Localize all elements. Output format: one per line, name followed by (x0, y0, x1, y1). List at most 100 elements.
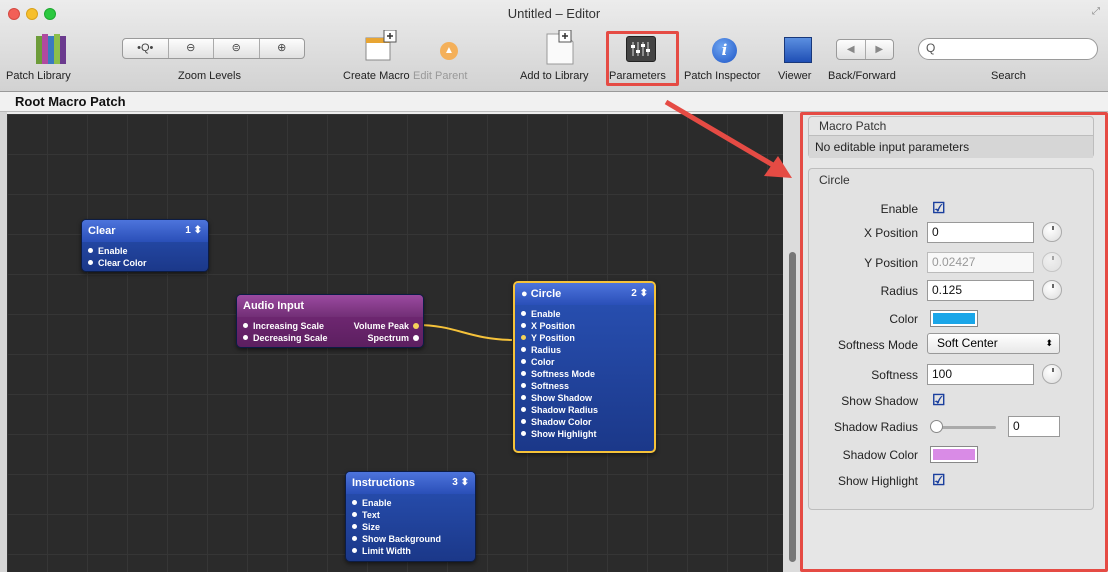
search-field[interactable]: Q (918, 38, 1098, 60)
window-title: Untitled – Editor (507, 6, 601, 21)
port-clear-color[interactable]: Clear Color (88, 257, 208, 269)
macro-patch-message: No editable input parameters (815, 140, 970, 154)
circle-section-header: Circle (819, 173, 850, 187)
radius-label: Radius (880, 284, 918, 298)
port-show-shadow[interactable]: Show Shadow (521, 392, 654, 404)
audio-input-node[interactable]: Audio Input Increasing Scale Decreasing … (236, 294, 424, 348)
shadow-radius-field[interactable]: 0 (1008, 416, 1060, 437)
x-position-label: X Position (863, 226, 918, 240)
softness-mode-select[interactable]: Soft Center ⬍ (927, 333, 1060, 354)
y-position-knob[interactable] (1042, 252, 1062, 272)
y-position-field[interactable]: 0.02427 (927, 252, 1034, 273)
forward-icon[interactable]: ▶ (866, 40, 894, 59)
back-icon[interactable]: ◀ (837, 40, 866, 59)
x-position-field[interactable]: 0 (927, 222, 1034, 243)
softness-mode-label: Softness Mode (837, 338, 918, 352)
create-macro-button[interactable] (360, 28, 400, 68)
port-text[interactable]: Text (352, 509, 475, 521)
circle-node[interactable]: ● Circle 2 ⬍ Enable X Position Y Position… (513, 281, 656, 453)
port-enable[interactable]: Enable (88, 245, 208, 257)
viewer-button[interactable] (784, 37, 812, 63)
info-icon: i (721, 41, 728, 59)
enable-checkbox[interactable]: ☑ (932, 201, 946, 216)
instructions-node-badge: 3 ⬍ (452, 477, 469, 488)
port-shadow-color[interactable]: Shadow Color (521, 416, 654, 428)
back-forward-label: Back/Forward (828, 70, 896, 82)
port-enable[interactable]: Enable (352, 497, 475, 509)
port-spectrum[interactable]: Spectrum (354, 332, 409, 344)
close-window-button[interactable] (8, 8, 20, 20)
port-y-position[interactable]: Y Position (521, 332, 654, 344)
port-volume-peak[interactable]: Volume Peak (354, 320, 409, 332)
shadow-color-label: Shadow Color (842, 448, 918, 462)
port-size[interactable]: Size (352, 521, 475, 533)
macro-patch-section: Macro Patch No editable input parameters (808, 116, 1094, 158)
enable-label: Enable (880, 202, 918, 216)
shadow-radius-thumb[interactable] (930, 420, 943, 433)
create-macro-label: Create Macro (343, 70, 410, 82)
patch-library-label: Patch Library (6, 70, 71, 82)
port-softness-mode[interactable]: Softness Mode (521, 368, 654, 380)
canvas-scrollbar-thumb[interactable] (789, 252, 796, 562)
color-well[interactable] (930, 310, 978, 327)
port-show-background[interactable]: Show Background (352, 533, 475, 545)
zoom-window-button[interactable] (44, 8, 56, 20)
softness-field[interactable]: 100 (927, 364, 1034, 385)
select-arrows-icon: ⬍ (1045, 338, 1053, 348)
show-shadow-checkbox[interactable]: ☑ (932, 393, 946, 408)
patch-inspector-label: Patch Inspector (684, 70, 761, 82)
sliders-icon (631, 42, 650, 56)
audio-node-title: Audio Input (237, 295, 423, 317)
minimize-window-button[interactable] (26, 8, 38, 20)
parameters-label: Parameters (609, 70, 666, 82)
zoom-out-icon[interactable]: ⊖ (169, 39, 214, 58)
toolbar: Untitled – Editor ⤢ Patch Library •Q• ⊖ … (0, 0, 1108, 92)
edit-parent-label: Edit Parent (413, 70, 468, 82)
volume-peak-port-dot[interactable] (413, 323, 419, 329)
patch-library-button[interactable]: Patch Library (6, 30, 90, 86)
port-softness[interactable]: Softness (521, 380, 654, 392)
zoom-fit-icon[interactable]: ⊜ (214, 39, 260, 58)
patch-inspector-button[interactable]: i (712, 38, 737, 63)
port-shadow-radius[interactable]: Shadow Radius (521, 404, 654, 416)
port-enable[interactable]: Enable (521, 308, 654, 320)
port-show-highlight[interactable]: Show Highlight (521, 428, 654, 440)
softness-knob[interactable] (1042, 364, 1062, 384)
shadow-radius-track (934, 426, 996, 429)
show-highlight-checkbox[interactable]: ☑ (932, 473, 946, 488)
show-highlight-label: Show Highlight (837, 474, 918, 488)
zoom-levels-control: •Q• ⊖ ⊜ ⊕ (122, 38, 305, 59)
zoom-in-icon[interactable]: ⊕ (260, 39, 305, 58)
connection-wire (415, 324, 513, 341)
canvas-left-edge (0, 112, 7, 572)
port-radius[interactable]: Radius (521, 344, 654, 356)
circle-node-header: ● Circle 2 ⬍ (515, 283, 654, 305)
y-position-label: Y Position (864, 256, 918, 270)
x-position-knob[interactable] (1042, 222, 1062, 242)
shadow-radius-slider[interactable] (930, 419, 998, 435)
edit-parent-button[interactable]: ▲ (440, 42, 458, 60)
instructions-node-header: Instructions 3 ⬍ (346, 472, 475, 494)
add-to-library-label: Add to Library (520, 70, 589, 82)
radius-knob[interactable] (1042, 280, 1062, 300)
port-color[interactable]: Color (521, 356, 654, 368)
search-input[interactable] (941, 41, 1091, 57)
add-to-library-button[interactable] (545, 29, 577, 68)
color-label: Color (889, 312, 918, 326)
clear-node-badge: 1 ⬍ (185, 225, 202, 236)
port-limit-width[interactable]: Limit Width (352, 545, 475, 557)
circle-node-title: Circle (530, 288, 562, 300)
shadow-color-well[interactable] (930, 446, 978, 463)
instructions-node[interactable]: Instructions 3 ⬍ Enable Text Size Show Ba… (345, 471, 476, 562)
clear-node-title: Clear (88, 225, 116, 237)
parameters-button[interactable] (626, 36, 656, 62)
radius-field[interactable]: 0.125 (927, 280, 1034, 301)
fullscreen-icon[interactable]: ⤢ (1092, 6, 1100, 17)
instructions-node-title: Instructions (352, 477, 415, 489)
audio-outputs: Volume Peak Spectrum (354, 320, 409, 344)
clear-node[interactable]: Clear 1 ⬍ Enable Clear Color (81, 219, 209, 272)
port-x-position[interactable]: X Position (521, 320, 654, 332)
softness-mode-value: Soft Center (937, 336, 998, 350)
zoom-actual-icon[interactable]: •Q• (123, 39, 169, 58)
spectrum-port-dot[interactable] (413, 335, 419, 341)
